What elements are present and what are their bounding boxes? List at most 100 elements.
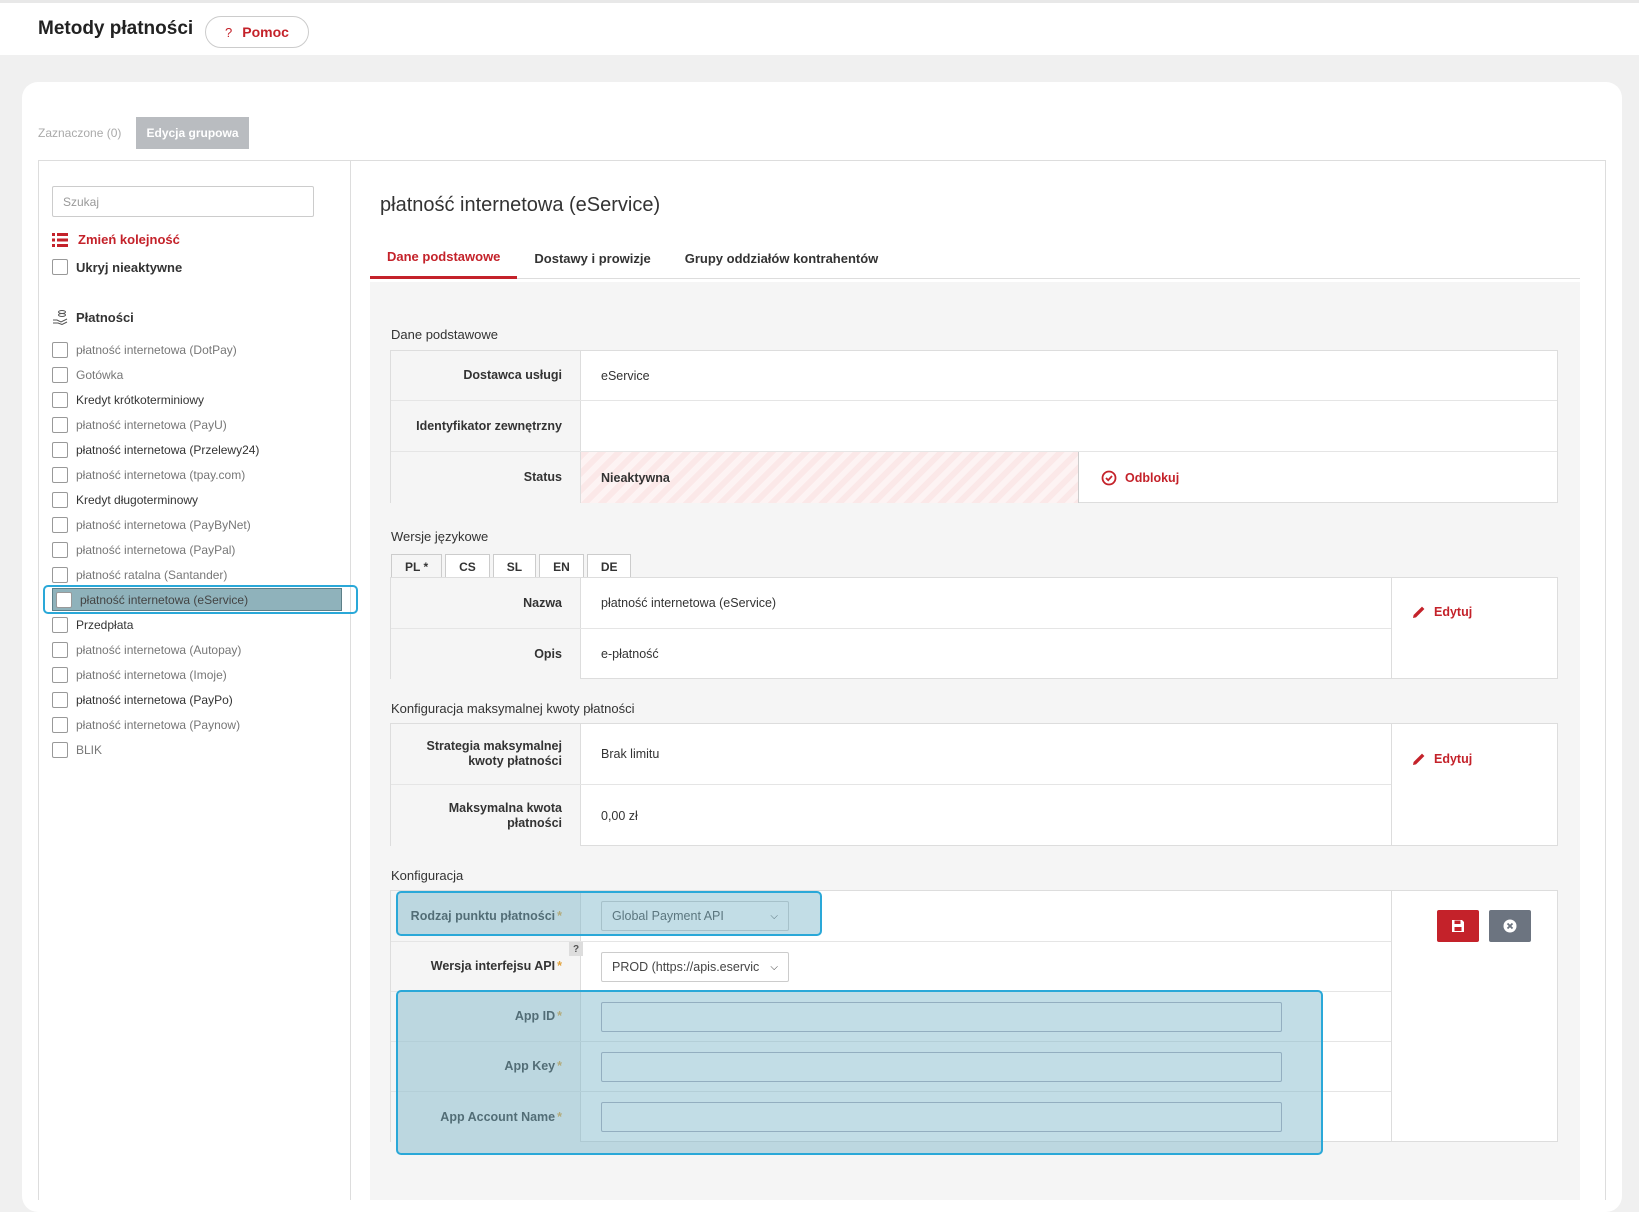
basic-section-label: Dane podstawowe [391,327,498,342]
search-input[interactable] [52,186,314,217]
payment-item[interactable]: płatność internetowa (PayPo) [52,687,342,712]
unlock-label: Odblokuj [1125,470,1180,485]
payment-item[interactable]: BLIK [52,737,342,762]
chevron-down-icon: ⌵ [770,961,778,973]
payment-item[interactable]: płatność internetowa (PayU) [52,412,342,437]
payment-item[interactable]: Kredyt krótkoterminiowy [52,387,342,412]
strategy-label: Strategia maksymalnej kwoty płatności [391,724,581,784]
top-bar: Metody płatności ? Pomoc [0,0,1639,55]
desc-row: Opis e-płatność [391,629,1392,679]
payment-item-label: płatność internetowa (DotPay) [76,342,237,357]
edit-max-amount-button[interactable]: Edytuj [1412,752,1472,766]
payment-item-checkbox[interactable] [52,716,68,733]
pencil-icon [1413,606,1425,618]
hide-inactive-label: Ukryj nieaktywne [76,259,183,275]
payment-item-label: płatność internetowa (Imoje) [76,667,227,682]
payment-item-label: płatność internetowa (Przelewy24) [76,442,260,457]
point-type-row: Rodzaj punktu płatności * Global Payment … [391,891,1392,942]
desc-value: e-płatność [601,647,659,661]
app-id-input[interactable] [601,1002,1282,1032]
lang-tab-en[interactable]: EN [539,554,584,578]
payment-item[interactable]: Przedpłata [52,612,342,637]
point-type-select[interactable]: Global Payment API ⌵ [601,901,789,931]
max-amount-table: Strategia maksymalnej kwoty płatności Br… [390,723,1558,846]
unlock-link[interactable]: Odblokuj [1101,452,1179,503]
lang-tab-sl[interactable]: SL [492,554,537,578]
payment-item-checkbox[interactable] [52,466,68,483]
lang-tab-pl[interactable]: PL * [391,554,443,578]
payment-item-checkbox[interactable] [52,741,68,758]
api-version-row: Wersja interfejsu API * ? PROD (https://a… [391,942,1392,992]
reorder-link[interactable]: Zmień kolejność [52,232,180,247]
status-row: Status Nieaktywna Odblokuj [391,452,1557,503]
payment-item-label: Przedpłata [76,617,134,632]
save-button[interactable] [1437,910,1479,942]
required-mark: * [557,908,562,923]
payment-item-label: płatność internetowa (eService) [80,592,249,607]
tab-branch-groups[interactable]: Grupy oddziałów kontrahentów [668,237,896,279]
app-key-input[interactable] [601,1052,1282,1082]
max-amount-label: Maksymalna kwota płatności [391,785,581,846]
app-id-label: App ID * [391,992,581,1041]
payment-item-label: płatność internetowa (PayByNet) [76,517,251,532]
payment-item-label: płatność internetowa (PayPo) [76,692,233,707]
payment-item[interactable]: płatność internetowa (Autopay) [52,637,342,662]
hide-inactive-toggle[interactable]: Ukryj nieaktywne [52,259,182,275]
max-amount-section-label: Konfiguracja maksymalnej kwoty płatności [391,701,635,716]
payment-item-label: płatność ratalna (Santander) [76,567,228,582]
lang-tab-cs[interactable]: CS [445,554,490,578]
language-tabs: PL * CS SL EN DE [391,554,632,578]
strategy-value: Brak limitu [601,747,660,761]
payment-item[interactable]: płatność internetowa (Paynow) [52,712,342,737]
page-title: Metody płatności [38,18,194,39]
payment-item[interactable]: płatność ratalna (Santander) [52,562,342,587]
edit-languages-button[interactable]: Edytuj [1412,605,1472,619]
payment-item-checkbox[interactable] [52,441,68,458]
payment-item[interactable]: płatność internetowa (Przelewy24) [52,437,342,462]
tab-deliveries[interactable]: Dostawy i prowizje [517,237,667,279]
lang-tab-de[interactable]: DE [586,554,632,578]
help-button[interactable]: ? Pomoc [205,16,309,48]
detail-tabs: Dane podstawowe Dostawy i prowizje Grupy… [370,237,1580,279]
payment-item[interactable]: płatność internetowa (DotPay) [52,337,342,362]
payment-item-checkbox[interactable] [56,591,72,608]
chevron-down-icon: ⌵ [770,910,778,922]
tab-basic-data[interactable]: Dane podstawowe [370,237,518,279]
payment-item[interactable]: Kredyt długoterminowy [52,487,342,512]
payment-item-checkbox[interactable] [52,641,68,658]
payment-item-checkbox[interactable] [52,516,68,533]
app-account-input[interactable] [601,1102,1282,1132]
hide-inactive-checkbox[interactable] [52,259,68,275]
payment-item-label: płatność internetowa (PayU) [76,417,227,432]
languages-section-label: Wersje językowe [391,529,489,544]
payment-item-checkbox[interactable] [52,541,68,558]
payments-section-title: Płatności [52,309,134,325]
payment-item-checkbox[interactable] [52,366,68,383]
payment-item-checkbox[interactable] [52,416,68,433]
api-version-select[interactable]: PROD (https://apis.eservic ⌵ [601,952,789,982]
help-icon[interactable]: ? [569,942,583,956]
cancel-button[interactable] [1489,910,1531,942]
payment-item[interactable]: Gotówka [52,362,342,387]
payment-item-checkbox[interactable] [52,391,68,408]
payment-item-checkbox[interactable] [52,491,68,508]
check-circle-icon [1101,470,1117,485]
app-account-row: App Account Name * [391,1092,1392,1142]
basic-table: Dostawca usługi eService Identyfikator z… [390,350,1558,503]
payment-item[interactable]: płatność internetowa (PayPal) [52,537,342,562]
payment-item[interactable]: płatność internetowa (PayByNet) [52,512,342,537]
payment-item-checkbox[interactable] [52,341,68,358]
config-table: Rodzaj punktu płatności * Global Payment … [390,890,1558,1142]
payment-item-label: Kredyt długoterminowy [76,492,199,507]
payment-item-checkbox[interactable] [52,691,68,708]
payment-item[interactable]: płatność internetowa (tpay.com) [52,462,342,487]
payment-item[interactable]: płatność internetowa (eService) [43,585,358,614]
payment-item-checkbox[interactable] [52,566,68,583]
payment-item-checkbox[interactable] [52,666,68,683]
payment-item-checkbox[interactable] [52,616,68,633]
group-edit-button[interactable]: Edycja grupowa [136,117,249,149]
floppy-disk-icon [1452,920,1464,932]
payment-item[interactable]: płatność internetowa (Imoje) [52,662,342,687]
help-label: Pomoc [242,24,289,40]
max-amount-row: Maksymalna kwota płatności 0,00 zł [391,785,1392,846]
